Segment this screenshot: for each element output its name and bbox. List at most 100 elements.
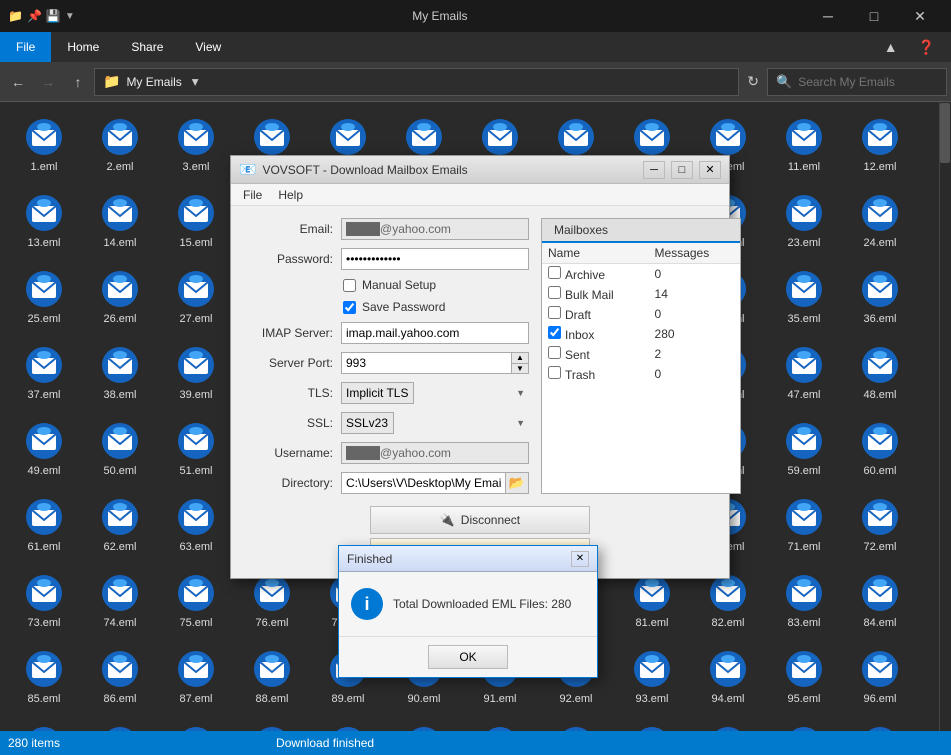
list-item[interactable]: 71.eml (768, 490, 840, 562)
scrollbar-thumb[interactable] (940, 103, 950, 163)
directory-browse-button[interactable]: 📂 (505, 472, 529, 494)
list-item[interactable]: 75.eml (160, 566, 232, 638)
ok-button[interactable]: OK (428, 645, 508, 669)
list-item[interactable]: 48.eml (844, 338, 916, 410)
mailbox-checkbox[interactable] (548, 346, 561, 359)
menu-tab-view[interactable]: View (179, 32, 237, 62)
list-item[interactable]: 93.eml (616, 642, 688, 714)
list-item[interactable]: 37.eml (8, 338, 80, 410)
list-item[interactable]: 102.eml (388, 718, 460, 731)
list-item[interactable]: 99.eml (160, 718, 232, 731)
list-item[interactable]: 12.eml (844, 110, 916, 182)
list-item[interactable]: 35.eml (768, 262, 840, 334)
port-input[interactable] (341, 352, 511, 374)
list-item[interactable]: 25.eml (8, 262, 80, 334)
mailbox-checkbox[interactable] (548, 326, 561, 339)
list-item[interactable]: 51.eml (160, 414, 232, 486)
mailbox-checkbox[interactable] (548, 306, 561, 319)
list-item[interactable]: 108.eml (844, 718, 916, 731)
list-item[interactable]: 15.eml (160, 186, 232, 258)
title-dropdown-arrow[interactable]: ▼ (65, 11, 75, 22)
menu-tab-share[interactable]: Share (115, 32, 179, 62)
disconnect-button[interactable]: 🔌 Disconnect (370, 506, 590, 534)
manual-setup-checkbox[interactable] (343, 279, 356, 292)
list-item[interactable]: 11.eml (768, 110, 840, 182)
menu-tab-file[interactable]: File (0, 32, 51, 62)
tls-select[interactable]: Implicit TLS (341, 382, 414, 404)
list-item[interactable]: 63.eml (160, 490, 232, 562)
list-item[interactable]: 36.eml (844, 262, 916, 334)
password-input[interactable] (341, 248, 529, 270)
mailbox-checkbox[interactable] (548, 266, 561, 279)
path-dropdown-button[interactable]: ▾ (188, 74, 203, 90)
collapse-ribbon-button[interactable]: ▲ (876, 35, 906, 59)
refresh-button[interactable]: ↻ (741, 73, 765, 90)
table-row[interactable]: Archive0 (542, 264, 740, 285)
list-item[interactable]: 38.eml (84, 338, 156, 410)
list-item[interactable]: 85.eml (8, 642, 80, 714)
list-item[interactable]: 88.eml (236, 642, 308, 714)
list-item[interactable]: 106.eml (692, 718, 764, 731)
list-item[interactable]: 73.eml (8, 566, 80, 638)
minimize-button[interactable]: ─ (805, 0, 851, 32)
list-item[interactable]: 14.eml (84, 186, 156, 258)
up-button[interactable]: ↑ (64, 68, 92, 96)
imap-input[interactable] (341, 322, 529, 344)
list-item[interactable]: 26.eml (84, 262, 156, 334)
list-item[interactable]: 49.eml (8, 414, 80, 486)
list-item[interactable]: 47.eml (768, 338, 840, 410)
list-item[interactable]: 24.eml (844, 186, 916, 258)
list-item[interactable]: 86.eml (84, 642, 156, 714)
back-button[interactable]: ← (4, 68, 32, 96)
tls-select-wrapper[interactable]: Implicit TLS ▼ (341, 382, 529, 404)
vovsoft-minimize-button[interactable]: ─ (643, 161, 665, 179)
list-item[interactable]: 95.eml (768, 642, 840, 714)
finished-close-button[interactable]: ✕ (571, 551, 589, 567)
list-item[interactable]: 60.eml (844, 414, 916, 486)
menu-tab-home[interactable]: Home (51, 32, 115, 62)
list-item[interactable]: 96.eml (844, 642, 916, 714)
list-item[interactable]: 1.eml (8, 110, 80, 182)
list-item[interactable]: 3.eml (160, 110, 232, 182)
list-item[interactable]: 39.eml (160, 338, 232, 410)
list-item[interactable]: 61.eml (8, 490, 80, 562)
table-row[interactable]: Inbox280 (542, 324, 740, 344)
list-item[interactable]: 72.eml (844, 490, 916, 562)
search-box[interactable]: 🔍 (767, 68, 947, 96)
list-item[interactable]: 59.eml (768, 414, 840, 486)
list-item[interactable]: 27.eml (160, 262, 232, 334)
list-item[interactable]: 105.eml (616, 718, 688, 731)
vovsoft-menu-file[interactable]: File (235, 186, 270, 204)
list-item[interactable]: 101.eml (312, 718, 384, 731)
help-button[interactable]: ❓ (910, 35, 943, 60)
list-item[interactable]: 103.eml (464, 718, 536, 731)
port-up-button[interactable]: ▲ (512, 353, 528, 364)
list-item[interactable]: 62.eml (84, 490, 156, 562)
forward-button[interactable]: → (34, 68, 62, 96)
ssl-select-wrapper[interactable]: SSLv23 ▼ (341, 412, 529, 434)
ssl-select[interactable]: SSLv23 (341, 412, 394, 434)
mailbox-checkbox[interactable] (548, 286, 561, 299)
list-item[interactable]: 2.eml (84, 110, 156, 182)
vovsoft-close-button[interactable]: ✕ (699, 161, 721, 179)
list-item[interactable]: 98.eml (84, 718, 156, 731)
list-item[interactable]: 100.eml (236, 718, 308, 731)
table-row[interactable]: Draft0 (542, 304, 740, 324)
table-row[interactable]: Bulk Mail14 (542, 284, 740, 304)
email-input[interactable] (341, 218, 529, 240)
mailbox-checkbox[interactable] (548, 366, 561, 379)
vovsoft-dialog[interactable]: 📧 VOVSOFT - Download Mailbox Emails ─ □ … (230, 155, 730, 579)
list-item[interactable]: 23.eml (768, 186, 840, 258)
port-down-button[interactable]: ▼ (512, 364, 528, 374)
list-item[interactable]: 87.eml (160, 642, 232, 714)
directory-input[interactable] (341, 472, 505, 494)
address-box[interactable]: 📁 My Emails ▾ (94, 68, 739, 96)
list-item[interactable]: 83.eml (768, 566, 840, 638)
list-item[interactable]: 84.eml (844, 566, 916, 638)
vovsoft-maximize-button[interactable]: □ (671, 161, 693, 179)
table-row[interactable]: Sent2 (542, 344, 740, 364)
save-password-checkbox[interactable] (343, 301, 356, 314)
list-item[interactable]: 13.eml (8, 186, 80, 258)
list-item[interactable]: 104.eml (540, 718, 612, 731)
list-item[interactable]: 50.eml (84, 414, 156, 486)
